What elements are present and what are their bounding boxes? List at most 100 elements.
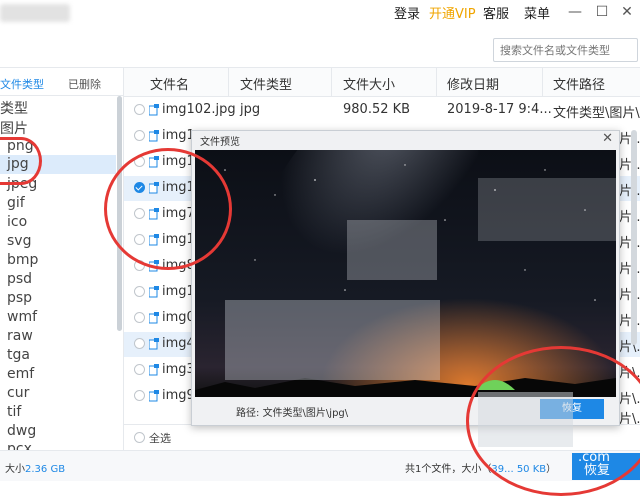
tree-item-jpg[interactable]: jpg [7,156,29,172]
tree-item-jpeg[interactable]: jpeg [7,176,37,192]
left-scrollbar[interactable] [117,96,122,331]
header-type[interactable]: 文件类型 [240,74,292,93]
file-name: img3 [162,362,195,377]
image-file-icon [149,364,159,376]
file-list-scrollbar[interactable] [631,130,637,345]
mosaic-block [347,220,437,280]
image-file-icon [149,156,159,168]
file-type: jpg [240,102,261,117]
tree-item-tif[interactable]: tif [7,404,21,420]
maximize-icon[interactable]: ☐ [593,3,611,21]
file-name: img1 [162,232,195,247]
tree-item-tga[interactable]: tga [7,347,30,363]
file-name: img4 [162,336,195,351]
preview-title: 文件预览 [200,137,240,148]
status-bar: 大小2.36 GB 共1个文件，大小（39... 50 KB） [0,450,640,481]
mosaic-block [478,178,616,241]
tree-item-psp[interactable]: psp [7,290,32,306]
tree-item-pcx[interactable]: pcx [7,441,32,450]
tab-divider [0,95,123,96]
row-checkbox[interactable] [134,104,145,115]
tab-deleted[interactable]: 已删除 [68,76,101,92]
service-link[interactable]: 客服 [483,3,509,22]
row-checkbox[interactable] [134,390,145,401]
login-link[interactable]: 登录 [394,3,420,22]
table-header: 文件名 文件类型 文件大小 修改日期 文件路径 [124,68,640,97]
image-file-icon [149,338,159,350]
title-bar: 登录 开通VIP 客服 菜单 — ☐ ✕ [0,0,640,30]
minimize-icon[interactable]: — [566,3,584,21]
tree-item-ico[interactable]: ico [7,214,27,230]
file-path: 文件类型\图片\... [553,106,640,121]
row-checkbox[interactable] [134,156,145,167]
row-checkbox-checked[interactable] [134,182,145,193]
image-file-icon [149,130,159,142]
row-checkbox[interactable] [134,312,145,323]
app-logo [0,4,70,22]
tree-item-bmp[interactable]: bmp [7,252,38,268]
tree-item-types[interactable]: 类型 [0,98,28,118]
tree-item-wmf[interactable]: wmf [7,309,37,325]
file-name: img7 [162,206,195,221]
tree-item-dwg[interactable]: dwg [7,423,36,439]
image-file-icon [149,104,159,116]
tree-item-cur[interactable]: cur [7,385,29,401]
header-date[interactable]: 修改日期 [447,74,499,93]
tree-item-emf[interactable]: emf [7,366,34,382]
image-file-icon [149,260,159,272]
mosaic-block [225,300,440,380]
file-name: img1 [162,284,195,299]
table-row[interactable]: img102.jpg jpg 980.52 KB 2019-8-17 9:4..… [124,98,640,123]
vip-link[interactable]: 开通VIP [429,3,476,22]
row-checkbox[interactable] [134,130,145,141]
preview-close-icon[interactable]: ✕ [602,131,613,146]
tree-item-images[interactable]: 图片 [0,118,28,138]
column-separator[interactable] [331,68,332,96]
file-date: 2019-8-17 9:4... [447,102,552,117]
tree-item-gif[interactable]: gif [7,195,25,211]
select-all-checkbox[interactable] [134,432,145,443]
image-file-icon [149,208,159,220]
selection-summary: 共1个文件，大小（39... 50 KB） [405,464,557,475]
file-name: img1 [162,154,195,169]
mosaic-block [478,392,573,447]
tree-item-raw[interactable]: raw [7,328,33,344]
row-checkbox[interactable] [134,260,145,271]
total-size: 大小2.36 GB [5,464,66,475]
row-checkbox[interactable] [134,286,145,297]
tree-item-png[interactable]: png [7,138,34,154]
row-checkbox[interactable] [134,338,145,349]
row-checkbox[interactable] [134,234,145,245]
tree-item-psd[interactable]: psd [7,271,32,287]
tab-file-types[interactable]: 文件类型 [0,76,44,92]
header-size[interactable]: 文件大小 [343,74,395,93]
header-name[interactable]: 文件名 [150,74,189,93]
file-path: 片\.. [619,366,640,381]
image-file-icon [149,390,159,402]
file-size: 980.52 KB [343,102,411,117]
file-name: img102.jpg [162,102,236,117]
left-panel: 文件类型 已删除 类型 图片 png jpg jpeg gif ico svg … [0,68,124,450]
image-file-icon [149,312,159,324]
column-separator[interactable] [542,68,543,96]
row-checkbox[interactable] [134,208,145,219]
search-input[interactable] [498,41,634,59]
file-preview-dialog: 文件预览 ✕ 路径: 文件类型\图片\jpg\ [191,130,620,426]
tree-item-svg[interactable]: svg [7,233,31,249]
file-name: img9 [162,388,195,403]
column-separator[interactable] [436,68,437,96]
watermark-text: .com [578,450,610,465]
row-checkbox[interactable] [134,364,145,375]
column-separator[interactable] [228,68,229,96]
header-path[interactable]: 文件路径 [553,74,605,93]
image-file-icon [149,234,159,246]
file-name: img0 [162,310,195,325]
file-name: img1 [162,128,195,143]
preview-path: 路径: 文件类型\图片\jpg\ [236,408,349,419]
close-icon[interactable]: ✕ [618,3,636,21]
search-box[interactable] [493,38,638,62]
file-name: img1 [162,180,195,195]
file-name: img8 [162,258,195,273]
select-all-label[interactable]: 全选 [149,430,171,446]
menu-link[interactable]: 菜单 [524,3,550,22]
